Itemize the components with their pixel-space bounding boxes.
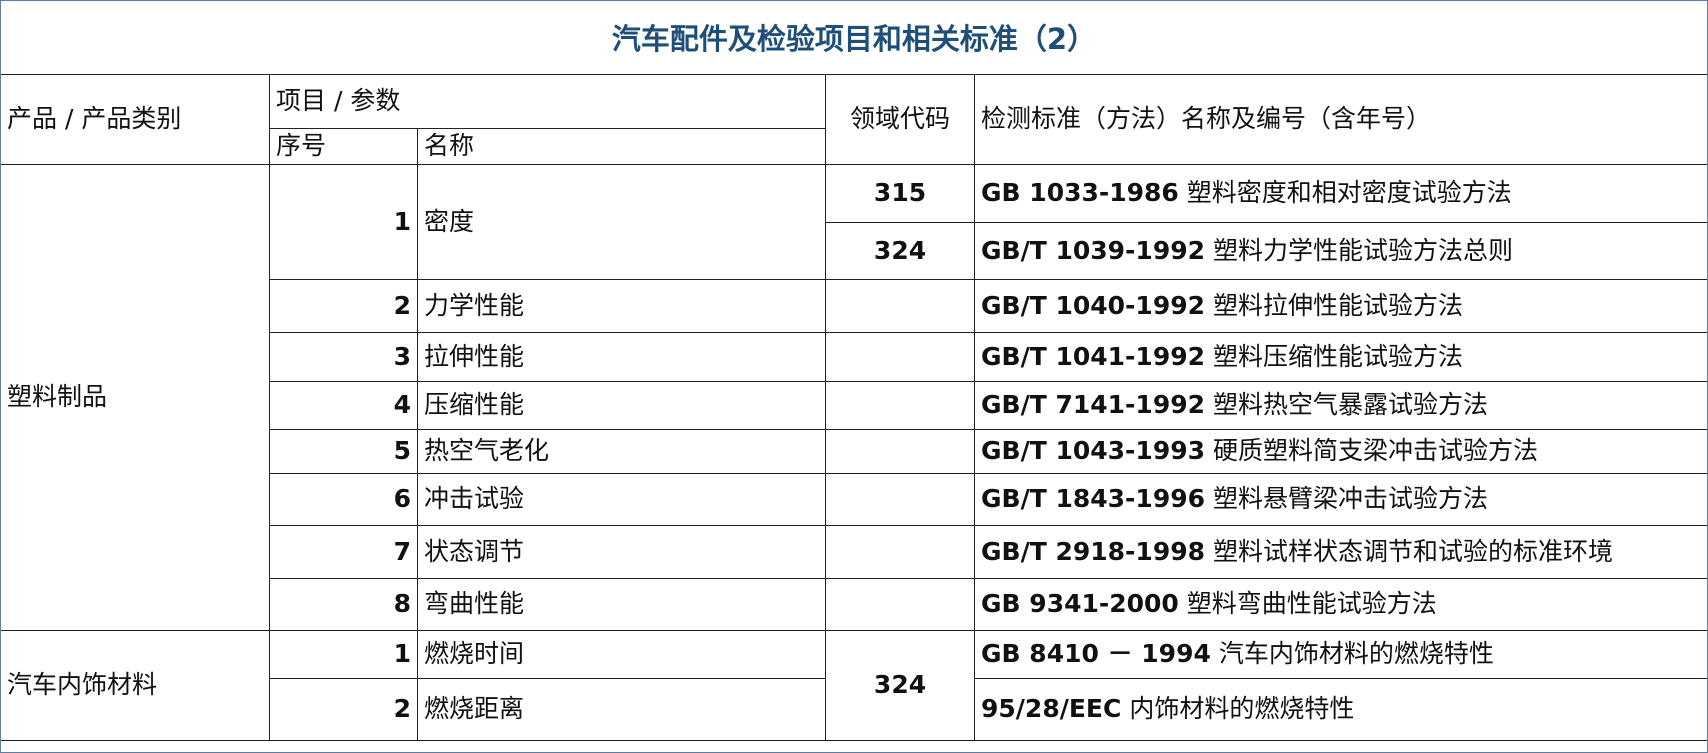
standard-cell: GB 9341-2000 塑料弯曲性能试验方法	[974, 578, 1708, 631]
header-row-1: 产品 / 产品类别 项目 / 参数 领域代码 检测标准（方法）名称及编号（含年号…	[0, 74, 1708, 165]
item-name: 力学性能	[416, 279, 827, 333]
standard-cell: GB/T 1039-1992 塑料力学性能试验方法总则	[974, 222, 1708, 280]
category-cell: 塑料制品	[0, 164, 270, 631]
standard-code: GB/T 7141-1992	[981, 390, 1206, 420]
item-seq: 2	[269, 279, 418, 333]
table-row: 塑料制品 1 密度 315 GB 1033-1986 塑料密度和相对密度试验方法	[0, 164, 1708, 631]
standard-name: 汽车内饰材料的燃烧特性	[1218, 639, 1494, 669]
domain-code	[825, 332, 976, 382]
item-name: 状态调节	[416, 525, 827, 579]
domain-code	[825, 381, 976, 430]
item-name: 燃烧时间	[416, 630, 827, 679]
item-seq: 7	[269, 525, 418, 579]
standard-code: GB/T 1043-1993	[981, 436, 1206, 466]
standard-cell: 95/28/EEC 内饰材料的燃烧特性	[974, 678, 1708, 741]
item-seq: 5	[269, 429, 418, 474]
header-name: 名称	[416, 128, 827, 165]
item-name: 弯曲性能	[416, 578, 827, 631]
domain-code	[825, 578, 976, 631]
standard-cell: GB/T 1041-1992 塑料压缩性能试验方法	[974, 332, 1708, 382]
domain-code	[825, 429, 976, 474]
standard-name: 塑料力学性能试验方法总则	[1212, 235, 1513, 265]
category-cell: 汽车内饰材料	[0, 630, 270, 741]
standard-code: GB/T 1041-1992	[981, 341, 1206, 371]
standard-cell: GB/T 1040-1992 塑料拉伸性能试验方法	[974, 279, 1708, 333]
domain-code	[825, 525, 976, 579]
domain-code: 324	[825, 630, 976, 741]
standard-cell: GB/T 1843-1996 塑料悬臂梁冲击试验方法	[974, 473, 1708, 526]
header-seq: 序号	[269, 128, 418, 165]
standard-code: GB 8410 － 1994	[981, 639, 1211, 669]
domain-code: 324	[825, 222, 976, 280]
standard-cell: GB 8410 － 1994 汽车内饰材料的燃烧特性	[974, 630, 1708, 679]
domain-code: 315	[825, 164, 976, 223]
item-seq: 3	[269, 332, 418, 382]
standard-cell: GB 1033-1986 塑料密度和相对密度试验方法	[974, 164, 1708, 223]
header-item-param: 项目 / 参数	[268, 74, 827, 129]
item-name: 压缩性能	[416, 381, 827, 430]
standard-code: GB 9341-2000	[981, 589, 1179, 619]
header-standard: 检测标准（方法）名称及编号（含年号）	[974, 74, 1708, 165]
item-name: 密度	[416, 164, 827, 280]
domain-code	[825, 279, 976, 333]
standards-table: 产品 / 产品类别 项目 / 参数 领域代码 检测标准（方法）名称及编号（含年号…	[0, 74, 1708, 741]
header-domain-code: 领域代码	[825, 74, 976, 165]
item-seq: 6	[269, 473, 418, 526]
standard-name: 塑料悬臂梁冲击试验方法	[1212, 484, 1488, 514]
item-seq: 8	[269, 578, 418, 631]
sheet-title: 汽车配件及检验项目和相关标准（2）	[611, 22, 1097, 56]
standard-name: 塑料压缩性能试验方法	[1212, 341, 1463, 371]
standard-cell: GB/T 2918-1998 塑料试样状态调节和试验的标准环境	[974, 525, 1708, 579]
item-seq: 1	[269, 164, 418, 280]
domain-code	[825, 473, 976, 526]
standard-name: 塑料密度和相对密度试验方法	[1186, 178, 1512, 208]
standard-name: 塑料试样状态调节和试验的标准环境	[1212, 536, 1613, 566]
item-name: 燃烧距离	[416, 678, 827, 741]
item-name: 拉伸性能	[416, 332, 827, 382]
item-seq: 2	[269, 678, 418, 741]
standard-name: 塑料拉伸性能试验方法	[1212, 290, 1463, 320]
spreadsheet-sheet: 汽车配件及检验项目和相关标准（2） 产品 / 产品类别 项目 / 参数 领域代码…	[0, 0, 1708, 753]
standard-name: 塑料弯曲性能试验方法	[1186, 589, 1437, 619]
standard-code: GB 1033-1986	[981, 178, 1179, 208]
standard-cell: GB/T 1043-1993 硬质塑料简支梁冲击试验方法	[974, 429, 1708, 474]
standard-code: GB/T 1040-1992	[981, 290, 1206, 320]
standard-name: 硬质塑料简支梁冲击试验方法	[1212, 436, 1538, 466]
standard-name: 塑料热空气暴露试验方法	[1212, 390, 1488, 420]
standard-code: GB/T 2918-1998	[981, 536, 1206, 566]
standard-code: 95/28/EEC	[981, 694, 1122, 724]
item-seq: 1	[269, 630, 418, 679]
header-product: 产品 / 产品类别	[0, 74, 270, 165]
standard-name: 内饰材料的燃烧特性	[1129, 694, 1355, 724]
item-name: 冲击试验	[416, 473, 827, 526]
item-name: 热空气老化	[416, 429, 827, 474]
table-row: 汽车内饰材料 1 燃烧时间 324 GB 8410 － 1994 汽车内饰材料的…	[0, 630, 1708, 741]
standard-code: GB/T 1843-1996	[981, 484, 1206, 514]
standard-cell: GB/T 7141-1992 塑料热空气暴露试验方法	[974, 381, 1708, 430]
standard-code: GB/T 1039-1992	[981, 235, 1206, 265]
item-seq: 4	[269, 381, 418, 430]
